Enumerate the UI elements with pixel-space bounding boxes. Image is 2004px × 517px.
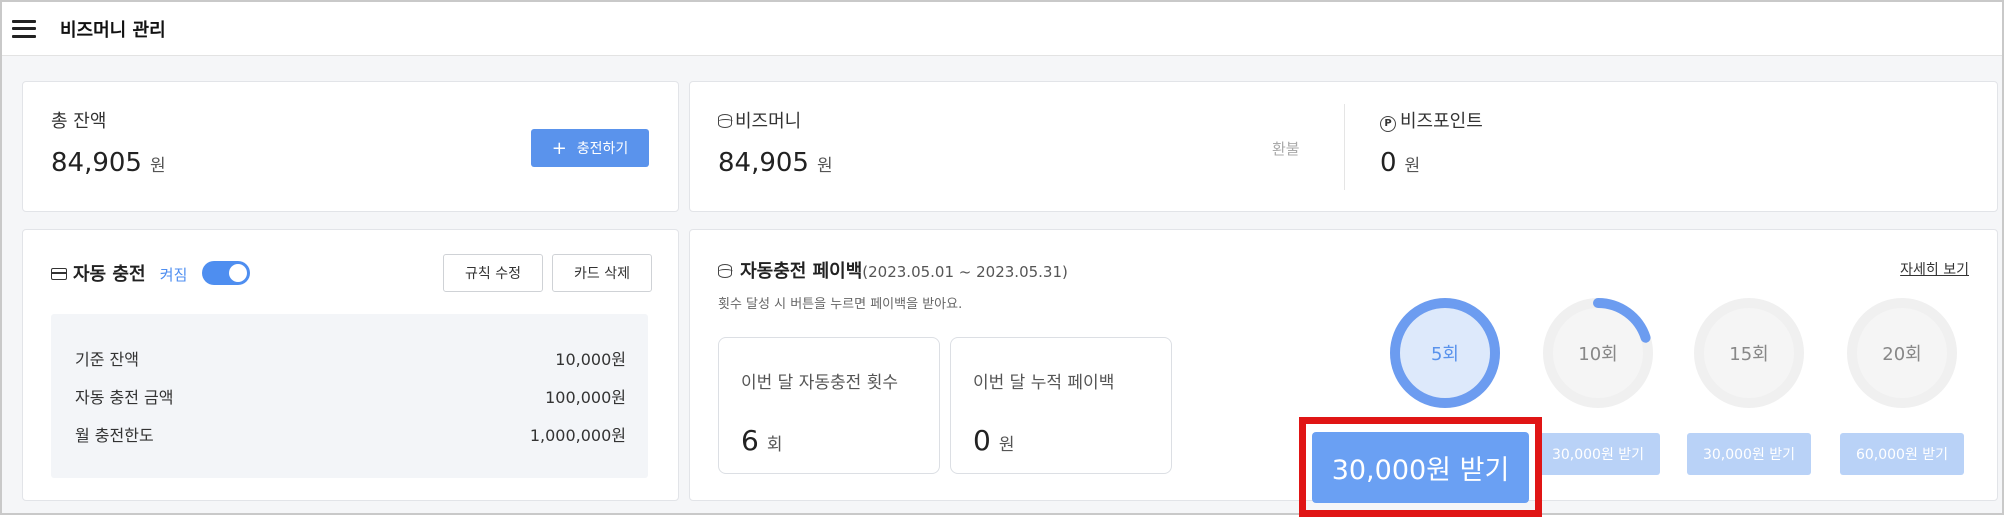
bizpoint-value: 0원 [1380,148,1420,178]
bizmoney-card: 비즈머니 84,905 원 환불 P 비즈포인트 0원 [689,81,1998,212]
reward-button[interactable]: 60,000원 받기 [1840,433,1964,475]
milestone-label: 10회 [1578,344,1618,365]
coin-stack-icon [717,264,733,278]
reward-button[interactable]: 30,000원 받기 [1536,433,1660,475]
monthly-count-value: 6회 [741,424,782,457]
milestone-ring: 20회 [1844,295,1960,411]
bizpoint-amount: 0 [1380,148,1397,178]
monthly-count-number: 6 [741,424,759,457]
payback-title: 자동충전 페이백 [740,261,863,282]
rule-summary: 기준 잔액 10,000원 자동 충전 금액 100,000원 월 충전한도 1… [51,314,648,478]
milestone-ring: 5회 [1387,295,1503,411]
bizpoint-label: 비즈포인트 [1400,111,1483,132]
bizpoint-label-row: P 비즈포인트 [1380,107,1483,133]
bizmoney-value: 84,905 원 [718,148,833,178]
total-balance-label: 총 잔액 [51,111,107,132]
monthly-count-label: 이번 달 자동충전 횟수 [741,373,898,393]
rule-value: 100,000원 [545,388,626,407]
plus-icon: + [551,137,567,159]
top-bar: 비즈머니 관리 [2,2,2002,56]
credit-card-icon [51,268,67,280]
total-balance-amount: 84,905 [51,148,142,178]
coin-stack-icon [717,114,733,128]
monthly-count-box: 이번 달 자동충전 횟수 6회 [718,337,940,474]
milestone-label: 15회 [1729,344,1769,365]
rule-label: 월 충전한도 [75,426,154,445]
rule-value: 1,000,000원 [529,426,626,445]
total-balance-card: 총 잔액 84,905 원 + 충전하기 [22,81,679,212]
auto-charge-toggle[interactable] [201,261,250,285]
charge-button-label: 충전하기 [576,141,629,157]
monthly-payback-label: 이번 달 누적 페이백 [973,373,1115,393]
payback-period: (2023.05.01 ~ 2023.05.31) [862,263,1068,281]
monthly-payback-box: 이번 달 누적 페이백 0원 [950,337,1172,474]
rule-label: 자동 충전 금액 [75,388,174,407]
app-window: 비즈머니 관리 총 잔액 84,905 원 + 충전하기 비즈머니 84,905 원… [0,0,2004,517]
monthly-count-unit: 회 [766,435,783,455]
auto-charge-header: 자동 충전 켜짐 [51,260,250,286]
page-title: 비즈머니 관리 [60,19,166,41]
point-icon: P [1380,115,1396,132]
charge-button[interactable]: + 충전하기 [531,129,649,167]
milestone-label: 20회 [1882,344,1922,365]
menu-icon[interactable] [12,19,36,38]
delete-card-button[interactable]: 카드 삭제 [552,254,652,292]
rule-value: 10,000원 [555,350,626,369]
rule-row: 기준 잔액 10,000원 [75,346,626,370]
refund-link[interactable]: 환불 [1272,138,1300,159]
total-balance-unit: 원 [149,156,166,176]
milestone-label: 5회 [1430,344,1459,365]
bizmoney-label: 비즈머니 [735,111,802,132]
bizpoint-unit: 원 [1404,156,1421,176]
reward-button-primary[interactable]: 30,000원 받기 [1312,432,1529,503]
reward-button[interactable]: 30,000원 받기 [1687,433,1811,475]
milestone-ring: 15회 [1691,295,1807,411]
rule-label: 기준 잔액 [75,350,139,369]
rule-row: 자동 충전 금액 100,000원 [75,384,626,408]
monthly-payback-unit: 원 [998,435,1015,455]
payback-description: 횟수 달성 시 버튼을 누르면 페이백을 받아요. [718,297,963,312]
auto-charge-title: 자동 충전 [73,264,146,285]
divider [1344,104,1345,190]
edit-rule-button[interactable]: 규칙 수정 [443,254,543,292]
bizmoney-amount: 84,905 [718,148,809,178]
payback-header: 자동충전 페이백(2023.05.01 ~ 2023.05.31) [717,257,1068,283]
rule-row: 월 충전한도 1,000,000원 [75,422,626,446]
monthly-payback-number: 0 [973,424,991,457]
auto-charge-status: 켜짐 [159,266,188,284]
details-link[interactable]: 자세히 보기 [1900,259,1969,279]
bizmoney-unit: 원 [816,156,833,176]
auto-charge-card: 자동 충전 켜짐 규칙 수정 카드 삭제 기준 잔액 10,000원 자동 충전… [22,229,679,501]
bizmoney-label-row: 비즈머니 [717,107,802,133]
reward-button-primary-label: 30,000원 받기 [1331,455,1510,486]
total-balance-value: 84,905 원 [51,148,166,178]
milestone-ring: 10회 [1540,295,1656,411]
monthly-payback-value: 0원 [973,424,1014,457]
